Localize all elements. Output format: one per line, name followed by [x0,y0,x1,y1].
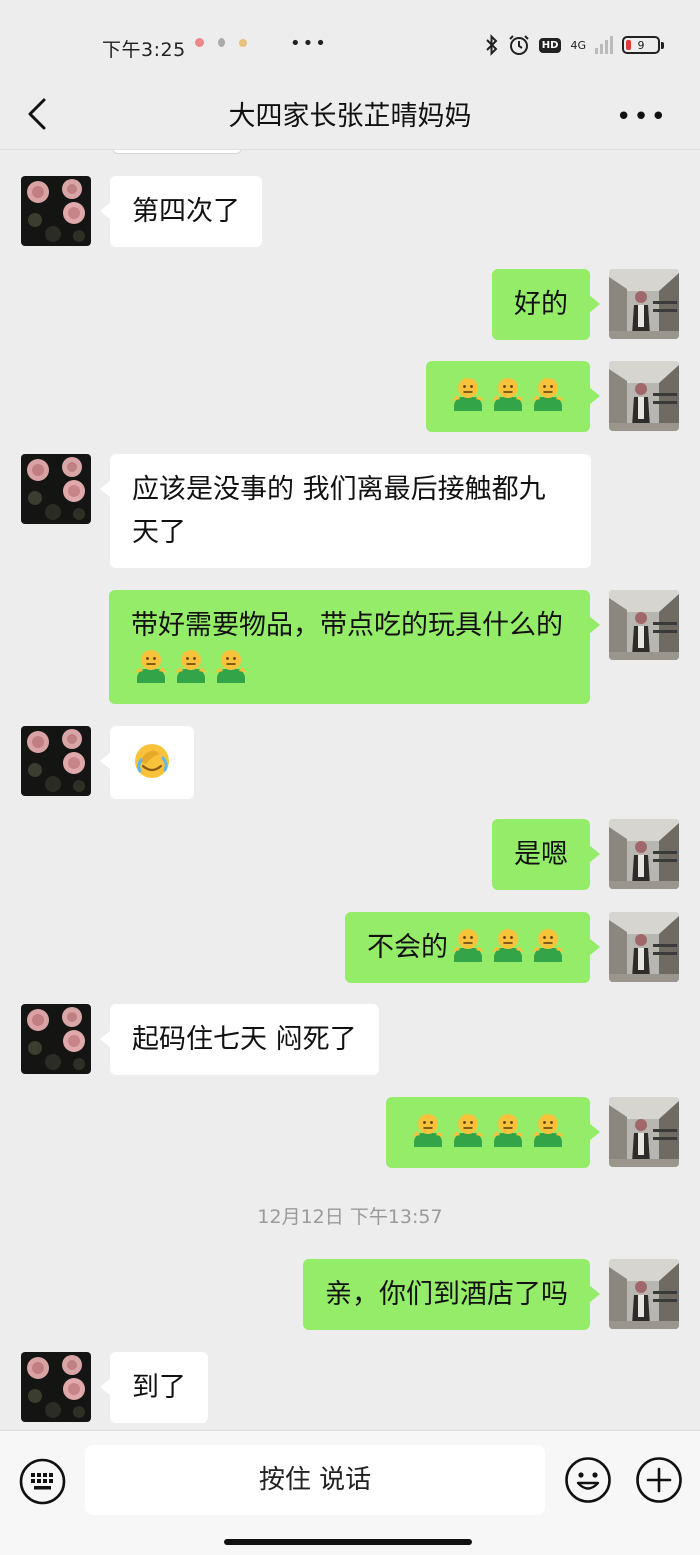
message-bubble[interactable]: 第四次了 [100,176,262,247]
shrug-emoji-icon [133,647,169,685]
my-avatar[interactable] [609,269,679,339]
contact-avatar[interactable] [21,1352,91,1422]
battery-icon: 9 [622,36,664,54]
battery-level: 9 [637,38,645,52]
shrug-emoji-icon [450,1111,486,1149]
message-text: 好的 [514,289,568,320]
shrug-emoji-icon [490,926,526,964]
shrug-emoji-icon [213,647,249,685]
my-avatar[interactable] [609,590,679,660]
alarm-icon [509,35,529,55]
more-options-icon[interactable]: ••• [616,102,668,132]
shrug-emoji-icon [490,1111,526,1149]
message-text: 是嗯 [514,839,568,870]
message-bubble[interactable] [426,361,600,432]
message-bubble[interactable] [386,1097,600,1168]
message-bubble[interactable]: 亲，你们到酒店了吗 [303,1259,600,1330]
shrug-emoji-icon [530,375,566,413]
input-bar: 按住 说话 [0,1430,700,1555]
message-text: 应该是没事的 我们离最后接触都九天了 [132,474,546,548]
shrug-emoji-icon [530,926,566,964]
status-right-icons: HD 4G 9 [485,34,664,56]
message-bubble[interactable]: 不会的 [345,912,600,983]
message-text: 亲，你们到酒店了吗 [325,1279,568,1310]
message-text: 第四次了 [132,196,240,227]
message-bubble[interactable]: 好的 [492,269,600,340]
my-avatar[interactable] [609,1097,679,1167]
home-indicator[interactable] [224,1539,472,1545]
bluetooth-icon [486,34,498,56]
contact-avatar[interactable] [21,454,91,524]
message-list[interactable]: 第四次了 好的 应该是没事的 我们离最后接触都九天了 带好需要物品，带点吃的玩具… [0,150,700,1430]
signal-icon [595,36,613,54]
network-indicator: 4G [570,38,586,52]
message-text: 带好需要物品，带点吃的玩具什么的 [131,610,563,641]
message-bubble[interactable]: 起码住七天 闷死了 [100,1004,379,1075]
shrug-emoji-icon [410,1111,446,1149]
facepalm-cry-emoji-icon [135,744,169,778]
shrug-emoji-icon [173,647,209,685]
message-bubble[interactable] [100,726,194,799]
notification-icon [218,38,225,47]
shrug-emoji-icon [450,375,486,413]
hd-icon: HD [538,37,562,53]
keyboard-icon[interactable] [19,1458,66,1505]
message-bubble[interactable]: 是嗯 [492,819,600,890]
message-text: 不会的 [367,932,448,963]
previous-message-edge [112,150,242,154]
status-bar: 下午3:25 ••• HD 4G 9 [0,0,700,90]
plus-icon[interactable] [635,1456,683,1504]
contact-avatar[interactable] [21,176,91,246]
message-text: 起码住七天 闷死了 [132,1024,357,1055]
emoji-icon[interactable] [564,1456,612,1504]
more-notifications-icon: ••• [290,33,328,54]
shrug-emoji-icon [530,1111,566,1149]
my-avatar[interactable] [609,819,679,889]
notification-icon [195,38,204,47]
message-bubble[interactable]: 应该是没事的 我们离最后接触都九天了 [100,454,591,568]
my-avatar[interactable] [609,1259,679,1329]
shrug-emoji-icon [450,926,486,964]
chat-title: 大四家长张芷晴妈妈 [228,101,472,132]
notification-icons [195,38,247,47]
hold-to-talk-button[interactable]: 按住 说话 [85,1445,545,1515]
contact-avatar[interactable] [21,726,91,796]
notification-icon [239,38,247,47]
contact-avatar[interactable] [21,1004,91,1074]
chat-header: 大四家长张芷晴妈妈 ••• [0,80,700,150]
message-bubble[interactable]: 到了 [100,1352,208,1423]
my-avatar[interactable] [609,912,679,982]
status-time: 下午3:25 [102,39,186,61]
message-bubble[interactable]: 带好需要物品，带点吃的玩具什么的 [109,590,600,704]
message-timestamp: 12月12日 下午13:57 [257,1206,443,1228]
my-avatar[interactable] [609,361,679,431]
message-text: 到了 [132,1372,186,1403]
shrug-emoji-icon [490,375,526,413]
